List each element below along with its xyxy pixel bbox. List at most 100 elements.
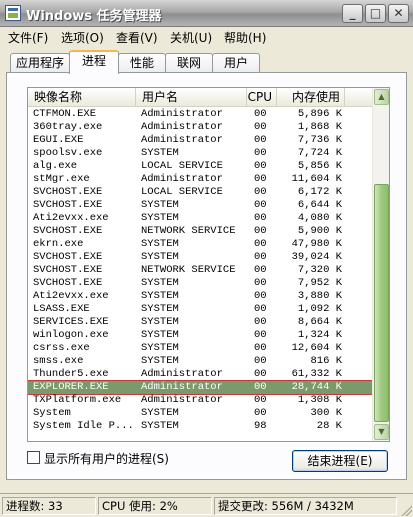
cpu-cell: 00 [254, 160, 267, 172]
column-cpu[interactable]: CPU [247, 88, 277, 107]
cpu-cell: 00 [254, 355, 267, 367]
table-row[interactable]: SVCHOST.EXE SYSTEM 00 39,024 K [28, 251, 373, 264]
tab-applications[interactable]: 应用程序 [10, 53, 70, 73]
menu-file[interactable]: 文件(F) [8, 29, 48, 46]
user-name-cell: LOCAL SERVICE [141, 186, 223, 198]
table-row[interactable]: SVCHOST.EXE SYSTEM 00 7,952 K [28, 277, 373, 290]
column-mem-usage[interactable]: 内存使用 [277, 88, 345, 107]
window-title: Windows 任务管理器 [26, 9, 162, 24]
user-name-cell: Administrator [141, 394, 223, 406]
scroll-up-arrow-icon[interactable]: ▲ [374, 89, 389, 105]
process-name-cell: SVCHOST.EXE [33, 251, 103, 263]
cpu-cell: 00 [254, 147, 267, 159]
table-row[interactable]: SERVICES.EXE SYSTEM 00 8,664 K [28, 316, 373, 329]
column-user-name[interactable]: 用户名 [136, 88, 247, 107]
task-manager-app-icon [5, 5, 21, 21]
tab-performance[interactable]: 性能 [118, 53, 166, 73]
process-name-cell: CTFMON.EXE [33, 108, 97, 120]
process-rows: CTFMON.EXE Administrator 00 5,896 K 360tray.… [28, 108, 374, 433]
tab-users[interactable]: 用户 [212, 53, 260, 73]
vertical-scrollbar[interactable]: ▲ ▼ [372, 88, 389, 441]
cpu-cell: 00 [254, 251, 267, 263]
mem-usage-cell: 61,332 K [291, 368, 342, 380]
process-name-cell: LSASS.EXE [33, 303, 90, 315]
title-bar[interactable]: Windows 任务管理器 _ □ ✕ [0, 0, 413, 27]
resize-grip-icon[interactable] [400, 504, 412, 516]
close-button[interactable]: ✕ [388, 4, 409, 23]
menu-options[interactable]: 选项(O) [61, 29, 104, 46]
status-commit-charge: 提交更改: 556M / 3432M [214, 497, 397, 515]
process-name-cell: Ati2evxx.exe [33, 212, 109, 224]
table-row[interactable]: SVCHOST.EXE NETWORK SERVICE 00 5,900 K [28, 225, 373, 238]
scroll-thumb[interactable] [374, 184, 389, 422]
menu-shutdown[interactable]: 关机(U) [170, 29, 212, 46]
show-all-users-checkbox[interactable] [27, 451, 40, 464]
table-row[interactable]: spoolsv.exe SYSTEM 00 7,724 K [28, 147, 373, 160]
process-name-cell: Thunder5.exe [33, 368, 109, 380]
table-row[interactable]: ekrn.exe SYSTEM 00 47,980 K [28, 238, 373, 251]
table-row[interactable]: LSASS.EXE SYSTEM 00 1,092 K [28, 303, 373, 316]
process-name-cell: EGUI.EXE [33, 134, 84, 146]
minimize-button[interactable]: _ [342, 4, 363, 23]
table-row[interactable]: Ati2evxx.exe SYSTEM 00 4,080 K [28, 212, 373, 225]
table-row[interactable]: SVCHOST.EXE SYSTEM 00 6,644 K [28, 199, 373, 212]
table-row[interactable]: System SYSTEM 00 300 K [28, 407, 373, 420]
mem-usage-cell: 1,324 K [297, 329, 342, 341]
scroll-down-arrow-icon[interactable]: ▼ [374, 424, 389, 440]
tab-networking[interactable]: 联网 [165, 53, 213, 73]
user-name-cell: Administrator [141, 381, 223, 393]
user-name-cell: NETWORK SERVICE [141, 225, 236, 237]
table-row[interactable]: SVCHOST.EXE LOCAL SERVICE 00 6,172 K [28, 186, 373, 199]
maximize-button[interactable]: □ [365, 4, 386, 23]
status-bar: 进程数: 33 CPU 使用: 2% 提交更改: 556M / 3432M [0, 493, 413, 517]
process-name-cell: SVCHOST.EXE [33, 277, 103, 289]
table-row[interactable]: CTFMON.EXE Administrator 00 5,896 K [28, 108, 373, 121]
table-row[interactable]: TXPlatform.exe Administrator 00 1,308 K [28, 394, 373, 407]
table-row[interactable]: 360tray.exe Administrator 00 1,868 K [28, 121, 373, 134]
table-row[interactable]: EGUI.EXE Administrator 00 7,736 K [28, 134, 373, 147]
user-name-cell: SYSTEM [141, 290, 179, 302]
cpu-cell: 98 [254, 420, 267, 432]
mem-usage-cell: 7,736 K [297, 134, 342, 146]
tab-processes[interactable]: 进程 [69, 50, 119, 74]
user-name-cell: SYSTEM [141, 277, 179, 289]
process-name-cell: 360tray.exe [33, 121, 103, 133]
table-row[interactable]: smss.exe SYSTEM 00 816 K [28, 355, 373, 368]
table-row[interactable]: Thunder5.exe Administrator 00 61,332 K [28, 368, 373, 381]
menu-view[interactable]: 查看(V) [116, 29, 158, 46]
cpu-cell: 00 [254, 199, 267, 211]
user-name-cell: SYSTEM [141, 316, 179, 328]
show-all-users-label[interactable]: 显示所有用户的进程(S) [44, 450, 169, 467]
mem-usage-cell: 1,308 K [297, 394, 342, 406]
table-row[interactable]: SVCHOST.EXE NETWORK SERVICE 00 7,320 K [28, 264, 373, 277]
mem-usage-cell: 28 K [316, 420, 342, 432]
status-cpu-usage: CPU 使用: 2% [98, 497, 212, 515]
table-row[interactable]: winlogon.exe SYSTEM 00 1,324 K [28, 329, 373, 342]
cpu-cell: 00 [254, 381, 267, 393]
cpu-cell: 00 [254, 407, 267, 419]
table-row[interactable]: System Idle P... SYSTEM 98 28 K [28, 420, 373, 433]
end-process-button[interactable]: 结束进程(E) [292, 450, 388, 472]
column-image-name[interactable]: 映像名称 [28, 88, 136, 107]
process-name-cell: SVCHOST.EXE [33, 186, 103, 198]
table-row[interactable]: alg.exe LOCAL SERVICE 00 5,856 K [28, 160, 373, 173]
process-name-cell: alg.exe [33, 160, 78, 172]
user-name-cell: NETWORK SERVICE [141, 264, 236, 276]
process-name-cell: EXPLORER.EXE [33, 381, 109, 393]
user-name-cell: Administrator [141, 121, 223, 133]
table-row[interactable]: stMgr.exe Administrator 00 11,604 K [28, 173, 373, 186]
process-name-cell: stMgr.exe [33, 173, 90, 185]
table-row[interactable]: Ati2evxx.exe SYSTEM 00 3,880 K [28, 290, 373, 303]
process-list[interactable]: 映像名称 用户名 CPU 内存使用 CTFMON.EXE Administrato… [27, 87, 390, 442]
user-name-cell: SYSTEM [141, 199, 179, 211]
table-row[interactable]: csrss.exe SYSTEM 00 12,604 K [28, 342, 373, 355]
cpu-cell: 00 [254, 238, 267, 250]
mem-usage-cell: 1,092 K [297, 303, 342, 315]
menu-help[interactable]: 帮助(H) [224, 29, 266, 46]
mem-usage-cell: 6,644 K [297, 199, 342, 211]
process-name-cell: winlogon.exe [33, 329, 109, 341]
mem-usage-cell: 39,024 K [291, 251, 342, 263]
table-row[interactable]: EXPLORER.EXE Administrator 00 28,744 K [28, 380, 374, 395]
mem-usage-cell: 11,604 K [291, 173, 342, 185]
mem-usage-cell: 7,320 K [297, 264, 342, 276]
